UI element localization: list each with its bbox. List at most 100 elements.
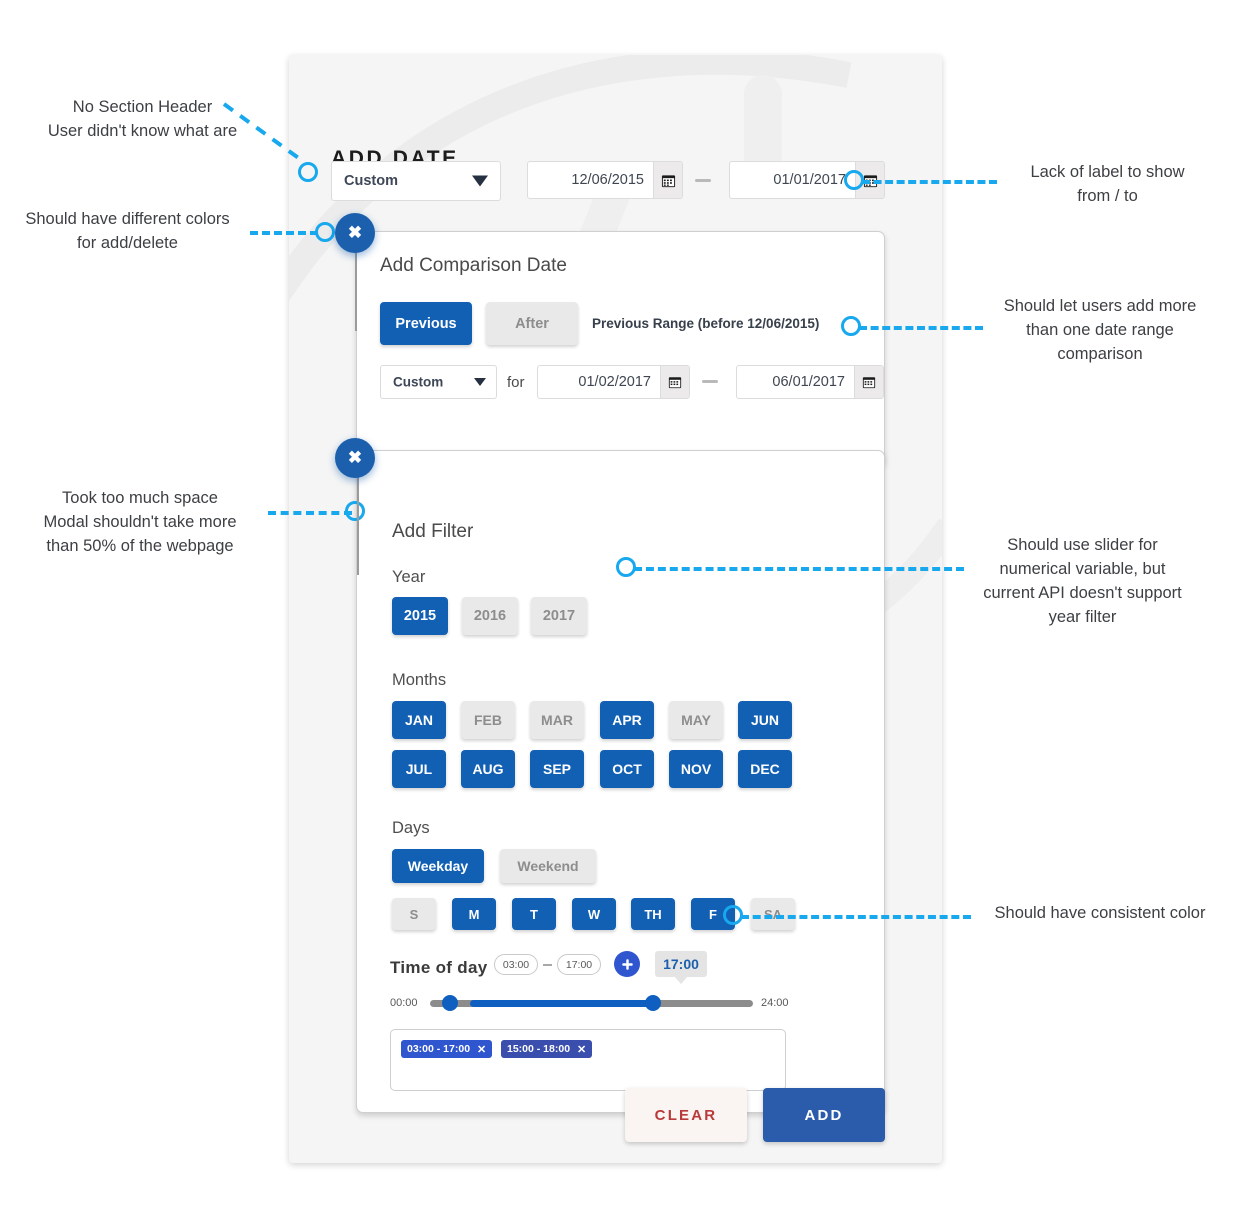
time-slider-end-handle[interactable]: [645, 995, 661, 1011]
annotation-dot-different-colors: [315, 222, 335, 242]
month-option-jan[interactable]: JAN: [392, 701, 446, 739]
calendar-glyph: [862, 377, 876, 389]
date-from-value: 12/06/2015: [571, 172, 644, 188]
year-option-2017[interactable]: 2017: [531, 597, 587, 635]
comparison-for-label: for: [507, 374, 525, 391]
date-range-separator: [695, 179, 711, 182]
annotation-leader-consistent-color: [741, 915, 971, 919]
time-slider-start-handle[interactable]: [442, 995, 458, 1011]
comparison-range-separator: [702, 380, 718, 383]
comparison-preset-select[interactable]: Custom: [380, 365, 497, 399]
add-comparison-date-card: Add Comparison Date Previous After Previ…: [356, 231, 885, 466]
comparison-to-value: 06/01/2017: [772, 374, 845, 390]
annotation-too-much-space: Took too much space Modal shouldn't take…: [43, 489, 237, 555]
time-end-input[interactable]: 17:00: [557, 954, 601, 975]
comparison-mode-after[interactable]: After: [486, 302, 578, 345]
comparison-from-input[interactable]: 01/02/2017: [537, 365, 690, 399]
months-label: Months: [392, 671, 447, 689]
annotation-lack-of-label: Lack of label to show from / to: [1030, 163, 1185, 205]
filter-close-button[interactable]: ✖: [335, 438, 375, 478]
annotation-dot-more-comparisons: [841, 316, 861, 336]
time-slider-fill: [470, 1000, 658, 1007]
month-option-sep[interactable]: SEP: [530, 750, 584, 788]
add-button[interactable]: ADD: [763, 1088, 885, 1142]
month-option-oct[interactable]: OCT: [600, 750, 654, 788]
annotation-consistent-color: Should have consistent color: [994, 904, 1206, 922]
annotation-dot-use-slider: [616, 557, 636, 577]
time-range-chip-label: 03:00 - 17:00: [407, 1043, 471, 1055]
annotation-leader-more-comparisons: [859, 326, 983, 330]
comparison-connector-line: [355, 245, 357, 331]
comparison-card-title: Add Comparison Date: [380, 255, 567, 276]
month-option-nov[interactable]: NOV: [669, 750, 723, 788]
month-option-feb[interactable]: FEB: [461, 701, 515, 739]
month-option-may[interactable]: MAY: [669, 701, 723, 739]
month-option-jul[interactable]: JUL: [392, 750, 446, 788]
annotated-mockup: ADD DATE Custom 12/06/2015 01/01/2017 Ad…: [0, 0, 1245, 1230]
annotation-leader-different-colors: [250, 231, 318, 235]
weekday-option-s[interactable]: S: [392, 898, 436, 930]
date-preset-value: Custom: [344, 173, 398, 189]
year-label: Year: [392, 568, 426, 586]
comparison-mode-previous[interactable]: Previous: [380, 302, 472, 345]
month-option-jun[interactable]: JUN: [738, 701, 792, 739]
days-label: Days: [392, 819, 430, 837]
time-ranges-container: 03:00 - 17:00 ✕ 15:00 - 18:00 ✕: [390, 1029, 786, 1091]
calendar-glyph: [661, 174, 675, 187]
time-of-day-label: Time of day: [390, 958, 488, 977]
annotation-leader-lack-of-label: [862, 180, 997, 184]
annotation-leader-no-section-header: [222, 102, 306, 164]
time-range-chip-label: 15:00 - 18:00: [507, 1043, 571, 1055]
time-range-separator: [543, 964, 552, 966]
annotation-use-slider: Should use slider for numerical variable…: [983, 536, 1182, 626]
weekday-option-th[interactable]: TH: [631, 898, 675, 930]
month-option-aug[interactable]: AUG: [461, 750, 515, 788]
weekday-option-w[interactable]: W: [572, 898, 616, 930]
annotation-dot-no-section-header: [298, 162, 318, 182]
close-icon[interactable]: ✕: [577, 1043, 586, 1056]
plus-glyph: [621, 958, 633, 970]
annotation-dot-too-much-space: [345, 501, 365, 521]
days-group-weekday[interactable]: Weekday: [392, 849, 484, 883]
slider-min-label: 00:00: [390, 997, 418, 1009]
close-icon: ✖: [347, 223, 363, 242]
filter-connector-line: [357, 470, 359, 575]
annotation-leader-too-much-space: [268, 511, 352, 515]
days-group-weekend[interactable]: Weekend: [500, 849, 596, 883]
weekday-option-m[interactable]: M: [452, 898, 496, 930]
annotation-dot-lack-of-label: [844, 170, 864, 190]
time-range-chip[interactable]: 03:00 - 17:00 ✕: [401, 1040, 493, 1058]
date-from-input[interactable]: 12/06/2015: [527, 161, 683, 199]
weekday-option-t[interactable]: T: [512, 898, 556, 930]
annotation-dot-consistent-color: [723, 905, 743, 925]
add-date-panel: ADD DATE Custom 12/06/2015 01/01/2017 Ad…: [289, 55, 942, 1163]
slider-value-tooltip: 17:00: [655, 951, 707, 977]
comparison-to-input[interactable]: 06/01/2017: [736, 365, 884, 399]
month-option-dec[interactable]: DEC: [738, 750, 792, 788]
calendar-icon[interactable]: [653, 162, 682, 198]
clear-button[interactable]: CLEAR: [625, 1088, 747, 1142]
annotation-more-comparisons: Should let users add more than one date …: [1003, 297, 1197, 363]
comparison-close-button[interactable]: ✖: [335, 213, 375, 253]
calendar-icon[interactable]: [854, 366, 883, 398]
add-filter-card: Add Filter Year 2015 2016 2017 Months JA…: [356, 450, 885, 1113]
date-to-value: 01/01/2017: [773, 172, 846, 188]
close-icon[interactable]: ✕: [477, 1043, 486, 1056]
month-option-apr[interactable]: APR: [600, 701, 654, 739]
date-preset-select[interactable]: Custom: [331, 161, 501, 201]
slider-max-label: 24:00: [761, 997, 789, 1009]
annotation-different-colors: Should have different colors for add/del…: [25, 210, 230, 252]
chevron-down-icon: [472, 175, 488, 187]
calendar-glyph: [668, 377, 682, 389]
time-start-input[interactable]: 03:00: [494, 954, 538, 975]
comparison-from-value: 01/02/2017: [578, 374, 651, 390]
plus-icon[interactable]: [614, 951, 640, 977]
annotation-leader-use-slider: [634, 567, 964, 571]
calendar-icon[interactable]: [660, 366, 689, 398]
close-icon: ✖: [347, 448, 363, 467]
weekday-option-sa[interactable]: SA: [751, 898, 795, 930]
year-option-2016[interactable]: 2016: [462, 597, 518, 635]
year-option-2015[interactable]: 2015: [392, 597, 448, 635]
month-option-mar[interactable]: MAR: [530, 701, 584, 739]
time-range-chip[interactable]: 15:00 - 18:00 ✕: [501, 1040, 593, 1058]
